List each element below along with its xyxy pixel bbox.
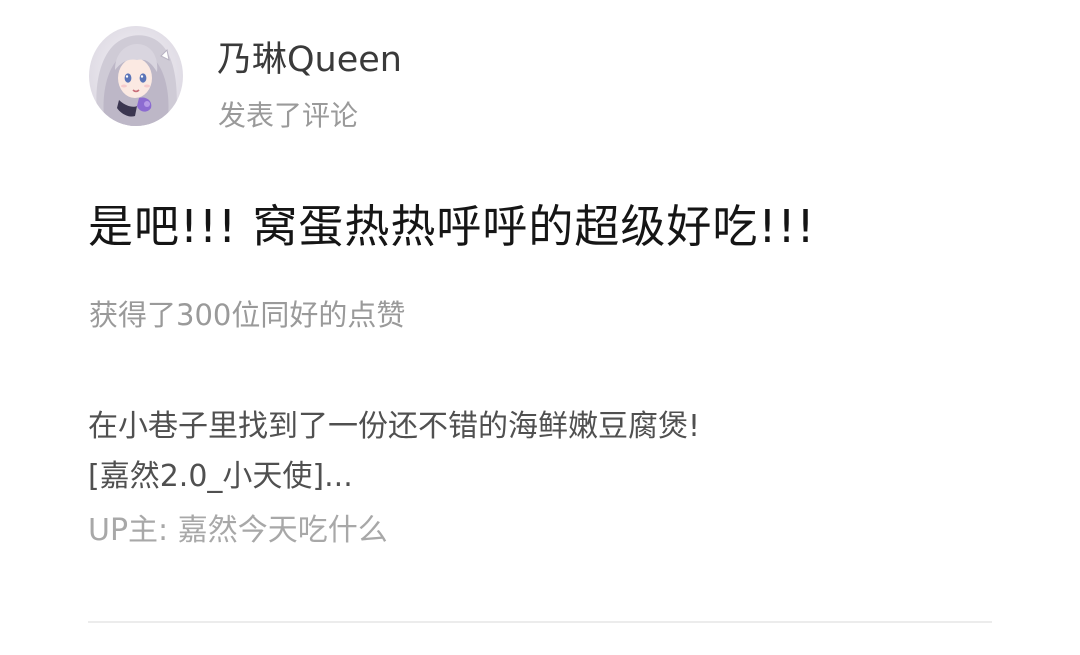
quoted-post-line: 在小巷子里找到了一份还不错的海鲜嫩豆腐煲! xyxy=(88,409,701,444)
quoted-post-line: [嘉然2.0_小天使]... xyxy=(88,459,353,494)
divider xyxy=(88,621,992,623)
action-label: 发表了评论 xyxy=(218,99,359,132)
user-avatar[interactable] xyxy=(89,26,183,126)
uploader-label: UP主: 嘉然今天吃什么 xyxy=(88,513,388,548)
user-name[interactable]: 乃琳Queen xyxy=(217,38,402,82)
anime-girl-avatar-icon xyxy=(89,26,183,126)
comment-text: 是吧!!! 窝蛋热热呼呼的超级好吃!!! xyxy=(88,200,816,253)
like-count-text: 获得了300位同好的点赞 xyxy=(89,298,406,332)
comment-card: 乃琳Queen 发表了评论 是吧!!! 窝蛋热热呼呼的超级好吃!!! 获得了30… xyxy=(0,0,1080,655)
quoted-post[interactable]: 在小巷子里找到了一份还不错的海鲜嫩豆腐煲! [嘉然2.0_小天使]... UP主… xyxy=(88,402,988,556)
